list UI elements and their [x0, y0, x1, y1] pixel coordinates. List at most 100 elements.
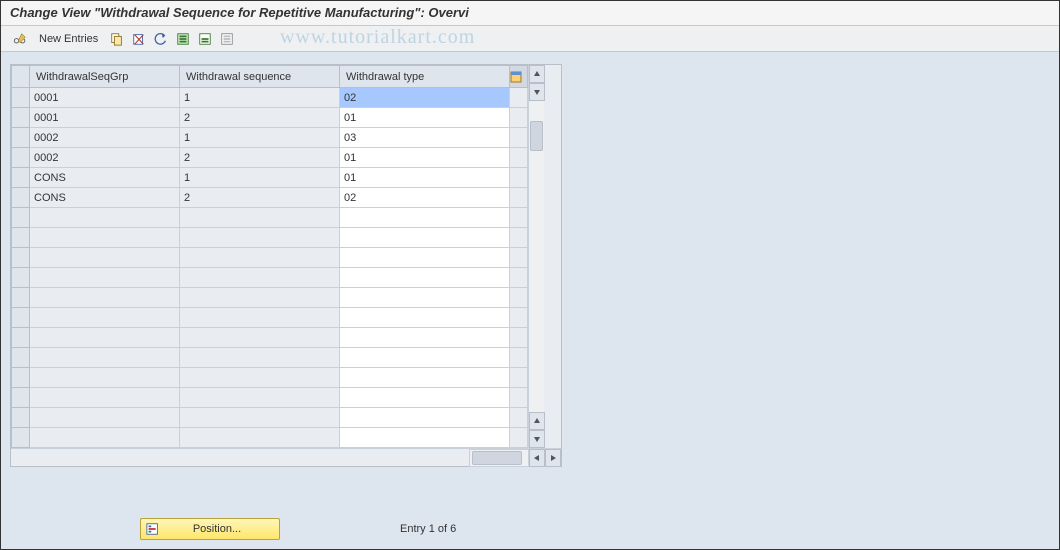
sequence-input[interactable]: [180, 168, 339, 187]
seqgrp-input[interactable]: [30, 108, 179, 127]
new-entries-button[interactable]: New Entries: [32, 29, 105, 49]
scroll-thumb[interactable]: [530, 121, 543, 151]
row-selector[interactable]: [12, 108, 30, 128]
cell-sequence: [180, 228, 340, 248]
seqgrp-input[interactable]: [30, 128, 179, 147]
type-input[interactable]: [340, 128, 509, 147]
row-selector[interactable]: [12, 128, 30, 148]
row-selector[interactable]: [12, 208, 30, 228]
deselect-all-button[interactable]: [217, 29, 237, 49]
delete-icon: [132, 32, 146, 46]
page-title: Change View "Withdrawal Sequence for Rep…: [10, 5, 469, 20]
row-trailing: [510, 428, 528, 448]
row-selector[interactable]: [12, 228, 30, 248]
row-selector[interactable]: [12, 388, 30, 408]
row-trailing: [510, 228, 528, 248]
row-selector[interactable]: [12, 148, 30, 168]
row-selector[interactable]: [12, 368, 30, 388]
sequence-input[interactable]: [180, 128, 339, 147]
row-trailing: [510, 168, 528, 188]
row-selector[interactable]: [12, 268, 30, 288]
seqgrp-input[interactable]: [30, 188, 179, 207]
cell-sequence: [180, 388, 340, 408]
select-all-button[interactable]: [173, 29, 193, 49]
cell-sequence: [180, 208, 340, 228]
row-selector[interactable]: [12, 428, 30, 448]
cell-type: [340, 268, 510, 288]
row-selector[interactable]: [12, 168, 30, 188]
sequence-input[interactable]: [180, 148, 339, 167]
type-input[interactable]: [340, 168, 509, 187]
copy-as-button[interactable]: [107, 29, 127, 49]
row-selector[interactable]: [12, 248, 30, 268]
row-selector[interactable]: [12, 408, 30, 428]
cell-sequence: [180, 128, 340, 148]
seqgrp-input[interactable]: [30, 168, 179, 187]
row-selector[interactable]: [12, 288, 30, 308]
cell-type: [340, 388, 510, 408]
glasses-pencil-icon: [13, 32, 27, 46]
cell-type: [340, 228, 510, 248]
seqgrp-input[interactable]: [30, 148, 179, 167]
position-icon: [145, 521, 161, 537]
sequence-input[interactable]: [180, 88, 339, 107]
type-input[interactable]: [340, 88, 509, 107]
cell-type: [340, 288, 510, 308]
scroll-down-button-bottom[interactable]: [529, 430, 545, 448]
row-selector-header[interactable]: [12, 66, 30, 88]
type-input[interactable]: [340, 148, 509, 167]
undo-icon: [154, 32, 168, 46]
scroll-down-button[interactable]: [529, 83, 545, 101]
row-trailing: [510, 288, 528, 308]
scroll-up-button[interactable]: [529, 65, 545, 83]
table-row: [12, 108, 528, 128]
cell-seqgrp: [30, 88, 180, 108]
horizontal-scrollbar: [11, 448, 561, 466]
table-row: [12, 328, 528, 348]
cell-seqgrp: [30, 368, 180, 388]
row-trailing: [510, 308, 528, 328]
col-header-seqgrp[interactable]: WithdrawalSeqGrp: [30, 66, 180, 88]
type-input[interactable]: [340, 108, 509, 127]
hscroll-left-button[interactable]: [529, 449, 545, 467]
row-selector[interactable]: [12, 348, 30, 368]
cell-sequence: [180, 348, 340, 368]
toggle-display-change-button[interactable]: [10, 29, 30, 49]
row-trailing: [510, 248, 528, 268]
scroll-up-button-bottom[interactable]: [529, 412, 545, 430]
select-block-button[interactable]: [195, 29, 215, 49]
seqgrp-input[interactable]: [30, 88, 179, 107]
table-row: [12, 188, 528, 208]
sequence-input[interactable]: [180, 108, 339, 127]
col-header-type[interactable]: Withdrawal type: [340, 66, 510, 88]
cell-seqgrp: [30, 308, 180, 328]
table-settings-icon: [510, 71, 522, 83]
row-selector[interactable]: [12, 328, 30, 348]
table-row: [12, 128, 528, 148]
position-label: Position...: [167, 523, 267, 535]
sequence-input[interactable]: [180, 188, 339, 207]
col-header-sequence[interactable]: Withdrawal sequence: [180, 66, 340, 88]
undo-button[interactable]: [151, 29, 171, 49]
row-selector[interactable]: [12, 88, 30, 108]
row-selector[interactable]: [12, 308, 30, 328]
hscroll-track[interactable]: [469, 449, 529, 467]
delete-button[interactable]: [129, 29, 149, 49]
cell-sequence: [180, 148, 340, 168]
row-trailing: [510, 388, 528, 408]
position-button[interactable]: Position...: [140, 518, 280, 540]
cell-sequence: [180, 248, 340, 268]
type-input[interactable]: [340, 188, 509, 207]
table-settings-button[interactable]: [510, 66, 528, 88]
table-row: [12, 388, 528, 408]
cell-seqgrp: [30, 168, 180, 188]
hscroll-right-button[interactable]: [545, 449, 561, 467]
cell-seqgrp: [30, 208, 180, 228]
scroll-track[interactable]: [529, 101, 544, 412]
cell-type: [340, 348, 510, 368]
table-panel: WithdrawalSeqGrp Withdrawal sequence Wit…: [10, 64, 562, 467]
new-entries-label: New Entries: [39, 33, 98, 45]
row-selector[interactable]: [12, 188, 30, 208]
cell-seqgrp: [30, 228, 180, 248]
hscroll-thumb[interactable]: [472, 451, 522, 465]
